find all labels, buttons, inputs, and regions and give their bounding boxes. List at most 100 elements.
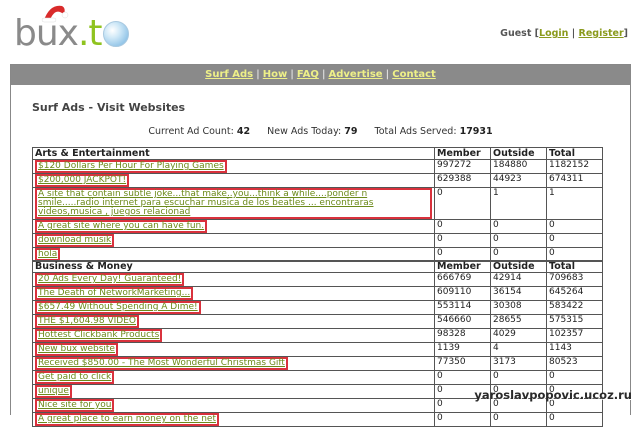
ad-link[interactable]: The Death of NetworkMarketing...: [35, 287, 194, 300]
total-count: 575315: [546, 314, 603, 329]
register-link[interactable]: Register: [579, 28, 624, 39]
nav-surf-ads[interactable]: Surf Ads: [205, 69, 253, 80]
ad-link[interactable]: A great site where you can have fun.: [35, 220, 208, 233]
member-count: 0: [434, 219, 491, 234]
outside-count: 0: [490, 412, 547, 427]
ad-link[interactable]: New bux website: [35, 343, 118, 356]
ad-cell: The Death of NetworkMarketing...: [32, 286, 435, 301]
ad-link[interactable]: $200,000 JACKPOT!: [35, 174, 130, 187]
nav-how[interactable]: How: [263, 69, 287, 80]
ad-link[interactable]: Nice site for you: [35, 399, 115, 412]
table-row: New bux website 1139 4 1143: [32, 342, 603, 357]
ad-link[interactable]: Get paid to click: [35, 371, 115, 384]
ad-link[interactable]: download musik: [35, 234, 115, 247]
member-count: 997272: [434, 159, 491, 174]
ad-cell: $120 Dollars Per Hour For Playing Games: [32, 159, 435, 174]
member-count: 0: [434, 412, 491, 427]
header: bux.t Guest [Login | Register]: [0, 0, 640, 62]
member-count: 98328: [434, 328, 491, 343]
bux-logo[interactable]: bux.t: [14, 14, 129, 54]
table-row: $120 Dollars Per Hour For Playing Games 9…: [32, 159, 603, 174]
table-row: The Death of NetworkMarketing... 609110 36…: [32, 286, 603, 301]
nav-bar: Surf Ads | How | FAQ | Advertise | Contact: [11, 65, 630, 85]
table-row: A site that contain subtle joke...that m…: [32, 187, 603, 220]
nav-advertise[interactable]: Advertise: [329, 69, 383, 80]
table-row: THE $1,604.98 VIDEO 546660 28655 575315: [32, 314, 603, 329]
ad-link[interactable]: Hottest Clickbank Products: [35, 329, 163, 342]
main-panel: Surf Ads | How | FAQ | Advertise | Contact Surf …: [10, 64, 631, 427]
member-count: 0: [434, 370, 491, 385]
member-count: 0: [434, 187, 491, 220]
ads-table-arts: Arts & Entertainment Member Outside Total $1…: [32, 147, 603, 262]
total-count: 0: [546, 219, 603, 234]
column-header: Total: [546, 260, 603, 273]
table-row: Hottest Clickbank Products 98328 4029 10235…: [32, 328, 603, 343]
nav-contact[interactable]: Contact: [392, 69, 436, 80]
outside-count: 1: [490, 187, 547, 220]
category-header-row: Arts & Entertainment Member Outside Total: [32, 147, 603, 160]
outside-count: 30308: [490, 300, 547, 315]
total-count: 709683: [546, 272, 603, 287]
outside-count: 36154: [490, 286, 547, 301]
ad-cell: $200,000 JACKPOT!: [32, 173, 435, 188]
total-count: 0: [546, 233, 603, 248]
ad-cell: THE $1,604.98 VIDEO: [32, 314, 435, 329]
table-row: A great place to earn money on the net 0 0…: [32, 412, 603, 427]
ad-link[interactable]: Received $850.00 - The Most Wonderful Ch…: [35, 357, 288, 370]
login-link[interactable]: Login: [539, 28, 568, 39]
column-header: Member: [434, 260, 491, 273]
member-count: 1139: [434, 342, 491, 357]
total-count: 1: [546, 187, 603, 220]
table-row: 20 Ads Every Day! Guaranteed! 666769 42914…: [32, 272, 603, 287]
category-name: Arts & Entertainment: [32, 147, 435, 160]
ad-link[interactable]: unique: [35, 385, 72, 398]
ad-cell: download musik: [32, 233, 435, 248]
member-count: 0: [434, 233, 491, 248]
member-count: 77350: [434, 356, 491, 371]
total-count: 645264: [546, 286, 603, 301]
outside-count: 44923: [490, 173, 547, 188]
member-count: 546660: [434, 314, 491, 329]
outside-count: 3173: [490, 356, 547, 371]
total-count: 1143: [546, 342, 603, 357]
total-count: 583422: [546, 300, 603, 315]
ad-link[interactable]: 20 Ads Every Day! Guaranteed!: [35, 273, 185, 286]
table-row: A great site where you can have fun. 0 0 0: [32, 219, 603, 234]
ad-cell: Get paid to click: [32, 370, 435, 385]
outside-count: 28655: [490, 314, 547, 329]
outside-count: 0: [490, 219, 547, 234]
outside-count: 4029: [490, 328, 547, 343]
column-header: Outside: [490, 147, 547, 160]
outside-count: 4: [490, 342, 547, 357]
member-count: 666769: [434, 272, 491, 287]
nav-faq[interactable]: FAQ: [297, 69, 319, 80]
table-row: Received $850.00 - The Most Wonderful Ch…: [32, 356, 603, 371]
member-count: 609110: [434, 286, 491, 301]
ad-cell: Hottest Clickbank Products: [32, 328, 435, 343]
total-count: 102357: [546, 328, 603, 343]
page-title: Surf Ads - Visit Websites: [32, 101, 186, 114]
ad-cell: A great site where you can have fun.: [32, 219, 435, 234]
total-count: 0: [546, 412, 603, 427]
total-count: 1182152: [546, 159, 603, 174]
column-header: Outside: [490, 260, 547, 273]
category-header-row: Business & Money Member Outside Total: [32, 260, 603, 273]
outside-count: 42914: [490, 272, 547, 287]
total-count: 80523: [546, 356, 603, 371]
ad-link[interactable]: THE $1,604.98 VIDEO: [35, 315, 139, 328]
column-header: Total: [546, 147, 603, 160]
table-row: $200,000 JACKPOT! 629388 44923 674311: [32, 173, 603, 188]
outside-count: 0: [490, 370, 547, 385]
ad-link[interactable]: A great place to earn money on the net: [35, 413, 219, 426]
member-count: 553114: [434, 300, 491, 315]
ad-cell: $657.49 Without Spending A Dime!: [32, 300, 435, 315]
outside-count: 184880: [490, 159, 547, 174]
globe-icon: [102, 21, 129, 47]
ad-link[interactable]: A site that contain subtle joke...that m…: [35, 188, 432, 219]
ad-cell: A great place to earn money on the net: [32, 412, 435, 427]
ad-link[interactable]: $657.49 Without Spending A Dime!: [35, 301, 201, 314]
guest-links: Guest [Login | Register]: [500, 28, 628, 39]
santa-hat-icon: [41, 5, 69, 23]
ad-link[interactable]: $120 Dollars Per Hour For Playing Games: [35, 160, 227, 173]
total-count: 0: [546, 370, 603, 385]
